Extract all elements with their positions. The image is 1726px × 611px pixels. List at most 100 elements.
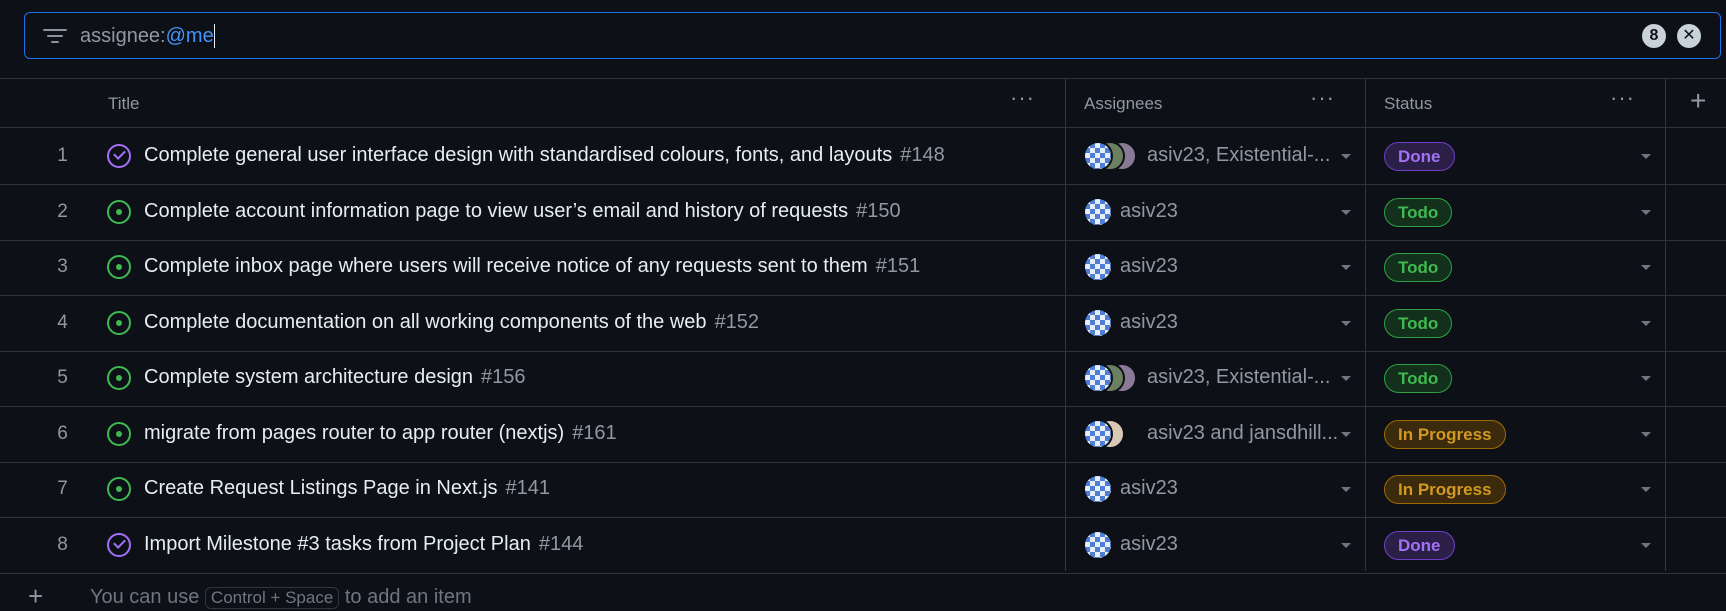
row-number: 5 xyxy=(57,367,68,388)
chevron-down-icon[interactable] xyxy=(1341,542,1351,548)
row-number: 2 xyxy=(57,200,68,222)
issue-open-icon xyxy=(107,199,131,224)
issue-open-icon xyxy=(107,421,131,446)
assignee-names[interactable]: asiv23 xyxy=(1120,533,1178,556)
table-header: Title ··· Assignees ··· Status ··· + xyxy=(0,80,1726,128)
status-badge[interactable]: Done xyxy=(1384,142,1455,171)
filter-input[interactable]: assignee:@me xyxy=(80,24,215,48)
table-row[interactable]: 8 Import Milestone #3 tasks from Project… xyxy=(0,518,1726,573)
chevron-down-icon[interactable] xyxy=(1641,209,1651,215)
status-column-menu-button[interactable]: ··· xyxy=(1610,87,1635,109)
assignee-names[interactable]: asiv23, Existential-... xyxy=(1147,366,1330,389)
issue-number: #148 xyxy=(900,144,945,166)
avatar xyxy=(1083,529,1113,560)
chevron-down-icon[interactable] xyxy=(1641,542,1651,548)
issue-number: #151 xyxy=(875,255,921,277)
avatar xyxy=(1083,363,1113,393)
issue-title: migrate from pages router to app router … xyxy=(144,421,565,444)
add-item-button[interactable]: + xyxy=(28,583,43,609)
add-item-hint: You can use Control + Space to add an it… xyxy=(90,586,472,609)
issue-title-link[interactable]: Complete inbox page where users will rec… xyxy=(144,255,920,278)
row-number: 3 xyxy=(57,256,68,277)
table-row[interactable]: 2 Complete account information page to v… xyxy=(0,185,1726,240)
avatar xyxy=(1083,196,1113,227)
clear-filter-button[interactable]: ✕ xyxy=(1677,24,1701,48)
filter-icon xyxy=(43,26,67,46)
table-row[interactable]: 3 Complete inbox page where users will r… xyxy=(0,240,1726,295)
issue-title-link[interactable]: Complete system architecture design #156 xyxy=(144,366,526,389)
status-badge[interactable]: Todo xyxy=(1384,253,1453,282)
avatar xyxy=(1083,252,1113,282)
add-item-footer: + You can use Control + Space to add an … xyxy=(0,573,1726,609)
column-header-assignees[interactable]: Assignees xyxy=(1084,94,1162,114)
avatar xyxy=(1083,307,1113,338)
filter-bar[interactable]: assignee:@me 8 ✕ xyxy=(24,12,1721,59)
table-row[interactable]: 6 migrate from pages router to app route… xyxy=(0,407,1726,462)
chevron-down-icon[interactable] xyxy=(1341,154,1351,159)
add-field-button[interactable]: + xyxy=(1690,85,1706,117)
issue-title-link[interactable]: Import Milestone #3 tasks from Project P… xyxy=(144,533,583,556)
add-item-hint-after: to add an item xyxy=(339,586,472,608)
assignee-names[interactable]: asiv23 and jansdhill... xyxy=(1147,422,1338,445)
avatar xyxy=(1083,141,1113,171)
chevron-down-icon[interactable] xyxy=(1641,154,1651,159)
issue-title-link[interactable]: Complete documentation on all working co… xyxy=(144,311,759,334)
issue-title: Complete system architecture design xyxy=(144,366,474,388)
chevron-down-icon[interactable] xyxy=(1341,320,1351,326)
add-item-hint-before: You can use xyxy=(90,586,205,608)
chevron-down-icon[interactable] xyxy=(1641,431,1651,437)
assignee-names[interactable]: asiv23, Existential-... xyxy=(1147,144,1330,167)
table-row[interactable]: 4 Complete documentation on all working … xyxy=(0,296,1726,351)
chevron-down-icon[interactable] xyxy=(1341,209,1351,215)
chevron-down-icon[interactable] xyxy=(1341,487,1351,492)
issue-open-icon xyxy=(107,366,131,390)
issue-number: #150 xyxy=(856,199,901,222)
chevron-down-icon[interactable] xyxy=(1641,487,1651,492)
row-number: 4 xyxy=(57,311,68,333)
status-badge[interactable]: In Progress xyxy=(1384,419,1506,449)
issue-title: Import Milestone #3 tasks from Project P… xyxy=(144,532,531,555)
row-number: 6 xyxy=(57,422,68,444)
table-top-border xyxy=(0,78,1726,79)
assignee-names[interactable]: asiv23 xyxy=(1120,311,1178,334)
status-badge[interactable]: In Progress xyxy=(1384,475,1506,504)
row-number: 8 xyxy=(57,533,68,555)
issue-title-link[interactable]: Complete account information page to vie… xyxy=(144,200,901,223)
chevron-down-icon[interactable] xyxy=(1341,265,1351,270)
filter-value: @me xyxy=(165,25,214,47)
issue-title: Complete inbox page where users will rec… xyxy=(144,255,868,277)
issue-closed-icon xyxy=(107,144,131,168)
keyboard-shortcut: Control + Space xyxy=(204,587,340,609)
issue-title-link[interactable]: Create Request Listings Page in Next.js #… xyxy=(144,477,550,500)
result-count-badge: 8 xyxy=(1642,24,1666,48)
issue-open-icon xyxy=(107,310,131,335)
column-header-title[interactable]: Title xyxy=(108,94,140,114)
assignee-names[interactable]: asiv23 xyxy=(1120,477,1178,500)
row-number: 1 xyxy=(57,145,68,166)
table-row[interactable]: 5 Complete system architecture design #15… xyxy=(0,351,1726,406)
issue-title-link[interactable]: Complete general user interface design w… xyxy=(144,144,945,167)
column-header-status[interactable]: Status xyxy=(1384,94,1432,114)
assignee-names[interactable]: asiv23 xyxy=(1120,200,1178,223)
text-caret xyxy=(213,24,215,48)
issue-title-link[interactable]: migrate from pages router to app router … xyxy=(144,422,617,445)
title-column-menu-button[interactable]: ··· xyxy=(1010,87,1035,109)
status-badge[interactable]: Todo xyxy=(1384,308,1453,338)
issue-number: #156 xyxy=(481,366,526,388)
issue-open-icon xyxy=(107,255,131,279)
status-badge[interactable]: Done xyxy=(1384,530,1455,560)
table-row[interactable]: 7 Create Request Listings Page in Next.j… xyxy=(0,462,1726,517)
issue-title: Complete documentation on all working co… xyxy=(144,310,707,333)
chevron-down-icon[interactable] xyxy=(1641,376,1651,381)
status-badge[interactable]: Todo xyxy=(1384,197,1453,227)
chevron-down-icon[interactable] xyxy=(1641,320,1651,326)
chevron-down-icon[interactable] xyxy=(1641,265,1651,270)
chevron-down-icon[interactable] xyxy=(1341,431,1351,437)
table-row[interactable]: 1 Complete general user interface design… xyxy=(0,129,1726,184)
issue-number: #144 xyxy=(538,532,584,555)
assignees-column-menu-button[interactable]: ··· xyxy=(1310,87,1335,109)
chevron-down-icon[interactable] xyxy=(1341,376,1351,381)
status-badge[interactable]: Todo xyxy=(1384,364,1453,393)
avatar xyxy=(1083,418,1113,449)
assignee-names[interactable]: asiv23 xyxy=(1120,255,1178,278)
